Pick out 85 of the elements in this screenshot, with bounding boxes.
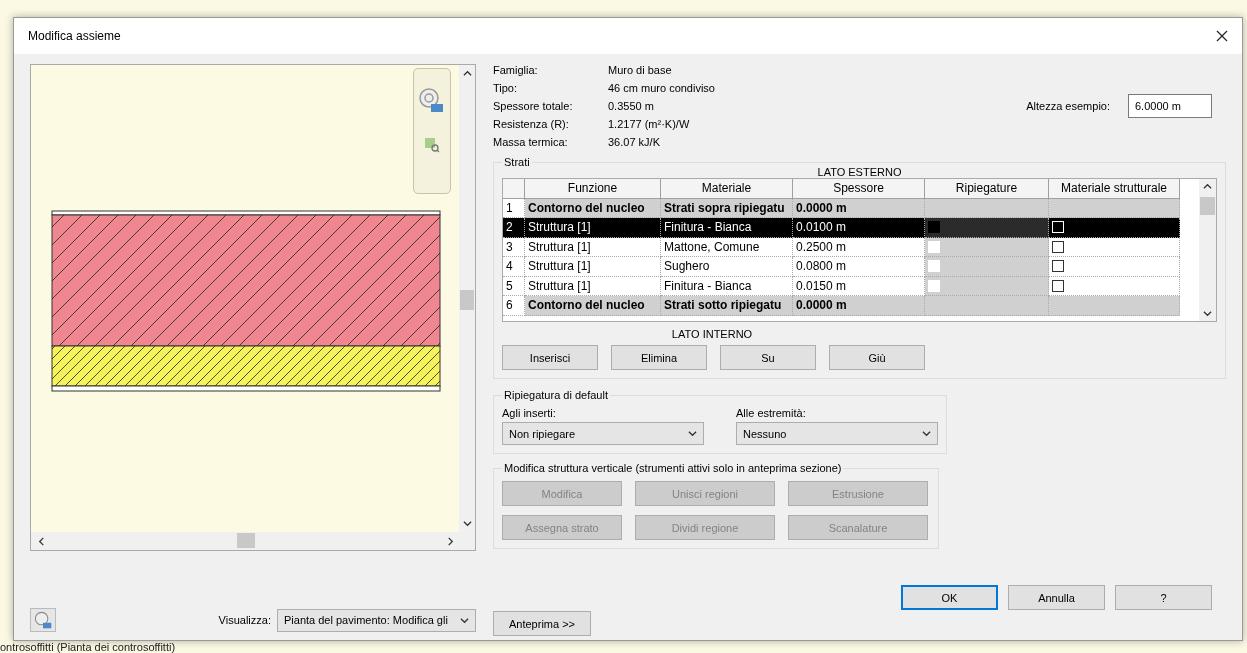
property-value: 36.07 kJ/K — [608, 136, 661, 148]
checkbox[interactable] — [928, 260, 940, 273]
table-cell: Struttura [1] — [525, 237, 661, 257]
dialog-button[interactable]: Annulla — [1008, 585, 1105, 610]
vertical-scrollbar[interactable] — [1199, 179, 1216, 321]
preview-button[interactable]: Anteprima >> — [493, 611, 591, 636]
table-cell: 0.0150 m — [793, 276, 925, 296]
chevron-icon — [462, 69, 472, 78]
view-dropdown[interactable]: Pianta del pavimento: Modifica gli — [277, 608, 476, 632]
table-cell: Finitura - Bianca — [661, 218, 793, 238]
table-cell: 0.0000 m — [793, 296, 925, 316]
property-label: Spessore totale: — [493, 100, 574, 112]
table-cell: Contorno del nucleo — [525, 198, 661, 218]
property-value: Muro di base — [608, 64, 673, 76]
column-header: Materiale strutturale — [1049, 179, 1180, 199]
property-label: Famiglia: — [493, 64, 539, 76]
property-label: Resistenza (R): — [493, 118, 570, 130]
group-title: Strati — [503, 156, 531, 168]
exterior-side-label: LATO ESTERNO — [816, 166, 903, 178]
wrapping-dropdown[interactable]: Nessuno — [736, 422, 938, 445]
interior-side-label: LATO INTERNO — [670, 328, 754, 340]
table-button[interactable]: Inserisci — [502, 345, 598, 370]
sample-height-field[interactable]: 6.0000 m — [1128, 94, 1212, 118]
row-number[interactable]: 4 — [503, 257, 525, 277]
checkbox[interactable] — [1052, 260, 1064, 273]
wrapping-dropdown[interactable]: Non ripiegare — [502, 422, 704, 445]
scroll-thumb[interactable] — [460, 290, 474, 310]
column-header: Materiale — [661, 179, 793, 199]
dialog-button[interactable]: ? — [1115, 585, 1212, 610]
property-value: 1.2177 (m²·K)/W — [608, 118, 691, 130]
checkbox[interactable] — [928, 279, 940, 292]
zoom-icon[interactable] — [424, 137, 440, 153]
close-icon — [1216, 30, 1228, 42]
table-button[interactable]: Elimina — [611, 345, 707, 370]
table-cell: Struttura [1] — [525, 257, 661, 277]
field-label: Agli inserti: — [502, 407, 557, 419]
scroll-thumb[interactable] — [237, 533, 255, 548]
property-label: Massa termica: — [493, 136, 569, 148]
table-cell: Strati sopra ripiegatu — [661, 198, 793, 218]
window-title: Modifica assieme — [28, 29, 121, 43]
column-header: Funzione — [525, 179, 661, 199]
table-cell: 0.0100 m — [793, 218, 925, 238]
row-number[interactable]: 1 — [503, 198, 525, 218]
column-header: Ripiegature — [925, 179, 1049, 199]
chevron-icon — [688, 429, 697, 438]
chevron-icon — [37, 536, 46, 546]
table-cell: 0.0800 m — [793, 257, 925, 277]
chevron-icon — [1203, 182, 1212, 191]
row-number[interactable]: 3 — [503, 237, 525, 257]
chevron-icon — [922, 429, 931, 438]
table-cell: Mattone, Comune — [661, 237, 793, 257]
table-cell: Struttura [1] — [525, 218, 661, 238]
row-number[interactable]: 6 — [503, 296, 525, 316]
table-cell: Contorno del nucleo — [525, 296, 661, 316]
chevron-icon — [460, 615, 469, 625]
row-number[interactable]: 5 — [503, 276, 525, 296]
checkbox[interactable] — [1052, 279, 1064, 292]
checkbox[interactable] — [928, 240, 940, 253]
table-cell: Finitura - Bianca — [661, 276, 793, 296]
table-cell: 0.2500 m — [793, 237, 925, 257]
property-value: 0.3550 m — [608, 100, 655, 112]
background-text: ontrosoffitti (Pianta dei controsoffitti) — [0, 641, 176, 653]
2d-wheel-icon[interactable] — [418, 87, 444, 113]
column-header: Spessore — [793, 179, 925, 199]
table-cell: 0.0000 m — [793, 198, 925, 218]
2d-wheel-icon — [34, 611, 52, 629]
chevron-icon — [1203, 309, 1212, 318]
view-label: Visualizza: — [218, 614, 271, 626]
scroll-thumb[interactable] — [1200, 197, 1215, 215]
checkbox[interactable] — [928, 221, 940, 234]
field-label: Altezza esempio: — [1026, 100, 1110, 112]
table-cell: Sughero — [661, 257, 793, 277]
table-cell: Struttura [1] — [525, 276, 661, 296]
2d-view-button[interactable] — [30, 608, 56, 632]
group-title: Ripiegatura di default — [503, 389, 609, 401]
property-value: 46 cm muro condiviso — [608, 82, 715, 94]
dialog-button[interactable]: OK — [901, 585, 998, 610]
row-number[interactable]: 2 — [503, 218, 525, 238]
group-title: Modifica struttura verticale (strumenti attivi solo in anteprima sezione) — [503, 462, 843, 474]
field-label: Alle estremità: — [736, 407, 807, 419]
table-button[interactable]: Giù — [829, 345, 925, 370]
table-cell: Strati sotto ripiegatu — [661, 296, 793, 316]
table-button[interactable]: Su — [720, 345, 816, 370]
checkbox[interactable] — [1052, 240, 1064, 253]
property-label: Tipo: — [493, 82, 519, 94]
